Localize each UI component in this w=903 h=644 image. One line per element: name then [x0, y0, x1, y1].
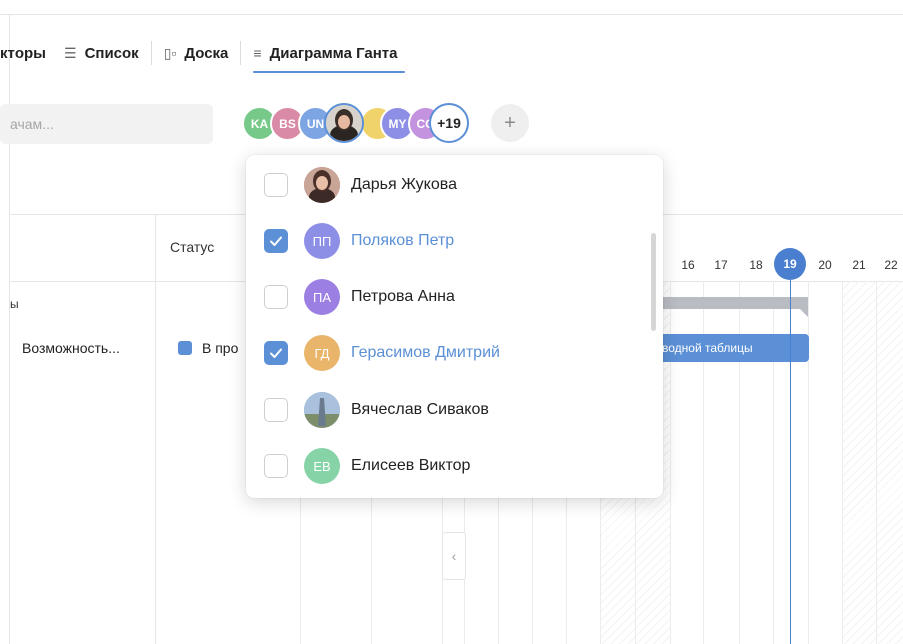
day-label: 16 [681, 258, 695, 272]
checkbox[interactable] [264, 454, 288, 478]
user-photo-icon [304, 167, 340, 203]
dropdown-item-name: Елисеев Виктор [351, 457, 471, 474]
avatar-photo[interactable] [324, 103, 364, 143]
dropdown-item-name: Герасимов Дмитрий [351, 344, 500, 361]
dropdown-item-name: Петрова Анна [351, 288, 455, 305]
search-box [0, 104, 213, 144]
gantt-icon: ≡ [253, 45, 262, 61]
dropdown-item[interactable]: Дарья Жукова [246, 157, 646, 213]
assignee-dropdown: Дарья Жукова ПП Поляков Петр ПА Петрова … [246, 155, 663, 498]
grid-line [842, 281, 843, 644]
collapse-panel-button[interactable]: ‹ [442, 532, 466, 580]
today-marker: 19 [774, 248, 806, 280]
tab-divider [150, 41, 152, 65]
avatar: ПП [304, 223, 340, 259]
day-label: 17 [714, 258, 728, 272]
group-label: ы [10, 297, 19, 311]
chevron-left-icon: ‹ [451, 548, 457, 564]
check-icon [270, 236, 282, 246]
checkbox[interactable] [264, 398, 288, 422]
checkbox-checked[interactable] [264, 229, 288, 253]
user-photo-icon [326, 105, 362, 141]
avatar: ЕВ [304, 448, 340, 484]
dropdown-item[interactable]: ЕВ Елисеев Виктор [246, 438, 646, 494]
status-dot-icon [178, 341, 192, 355]
tab-gantt[interactable]: ≡ Диаграмма Ганта [253, 44, 406, 73]
tab-list[interactable]: ☰ Список [64, 45, 139, 62]
avatar: ПА [304, 279, 340, 315]
task-bar-label: водной таблицы [662, 341, 753, 355]
tab-label: Доска [184, 44, 229, 62]
check-icon [270, 348, 282, 358]
add-assignee-button[interactable]: + [491, 104, 529, 142]
more-assignees-button[interactable]: +19 [429, 103, 469, 143]
dropdown-scrollbar[interactable] [651, 233, 656, 331]
dropdown-item[interactable]: ПА Петрова Анна [246, 269, 646, 325]
summary-bar-end [800, 309, 808, 317]
dropdown-item[interactable]: ГД Герасимов Дмитрий [246, 325, 646, 381]
user-photo-icon [304, 392, 340, 428]
day-label: 21 [852, 258, 866, 272]
task-status[interactable]: В про [178, 340, 238, 356]
dropdown-item[interactable]: Вячеслав Сиваков [246, 382, 646, 438]
today-line [790, 280, 791, 644]
list-icon: ☰ [64, 44, 77, 61]
status-column-header[interactable]: Статус [170, 239, 214, 255]
tab-label: Диаграмма Ганта [269, 44, 398, 62]
grid-line [876, 281, 877, 644]
tab-board[interactable]: ▯▫ Доска [164, 45, 229, 62]
avatar-photo [304, 392, 340, 428]
dropdown-item-name: Вячеслав Сиваков [351, 401, 489, 418]
day-label: 22 [884, 258, 898, 272]
day-label: 20 [818, 258, 832, 272]
avatar-photo [304, 167, 340, 203]
column-divider [155, 214, 156, 644]
group-summary-bar[interactable] [662, 297, 808, 309]
dropdown-item-name: Дарья Жукова [351, 176, 457, 193]
task-bar[interactable]: водной таблицы [662, 334, 809, 362]
checkbox[interactable] [264, 173, 288, 197]
board-icon: ▯▫ [163, 44, 177, 61]
dropdown-item-name: Поляков Петр [351, 232, 455, 249]
tab-divider [240, 41, 242, 65]
task-name[interactable]: Возможность... [22, 340, 120, 356]
status-label: В про [202, 340, 239, 356]
checkbox-checked[interactable] [264, 341, 288, 365]
tab-label: ктoры [0, 44, 46, 62]
day-label: 18 [749, 258, 763, 272]
weekend-hatch [842, 281, 903, 644]
tab-factors[interactable]: ктoры [0, 45, 46, 62]
top-border [0, 14, 903, 15]
dropdown-item[interactable]: ПП Поляков Петр [246, 213, 646, 269]
tab-label: Список [84, 44, 139, 62]
avatar: ГД [304, 335, 340, 371]
checkbox[interactable] [264, 285, 288, 309]
search-input[interactable] [8, 115, 212, 133]
view-tabs: ктoры ☰ Список ▯▫ Доска ≡ Диаграмма Гант… [0, 40, 406, 73]
